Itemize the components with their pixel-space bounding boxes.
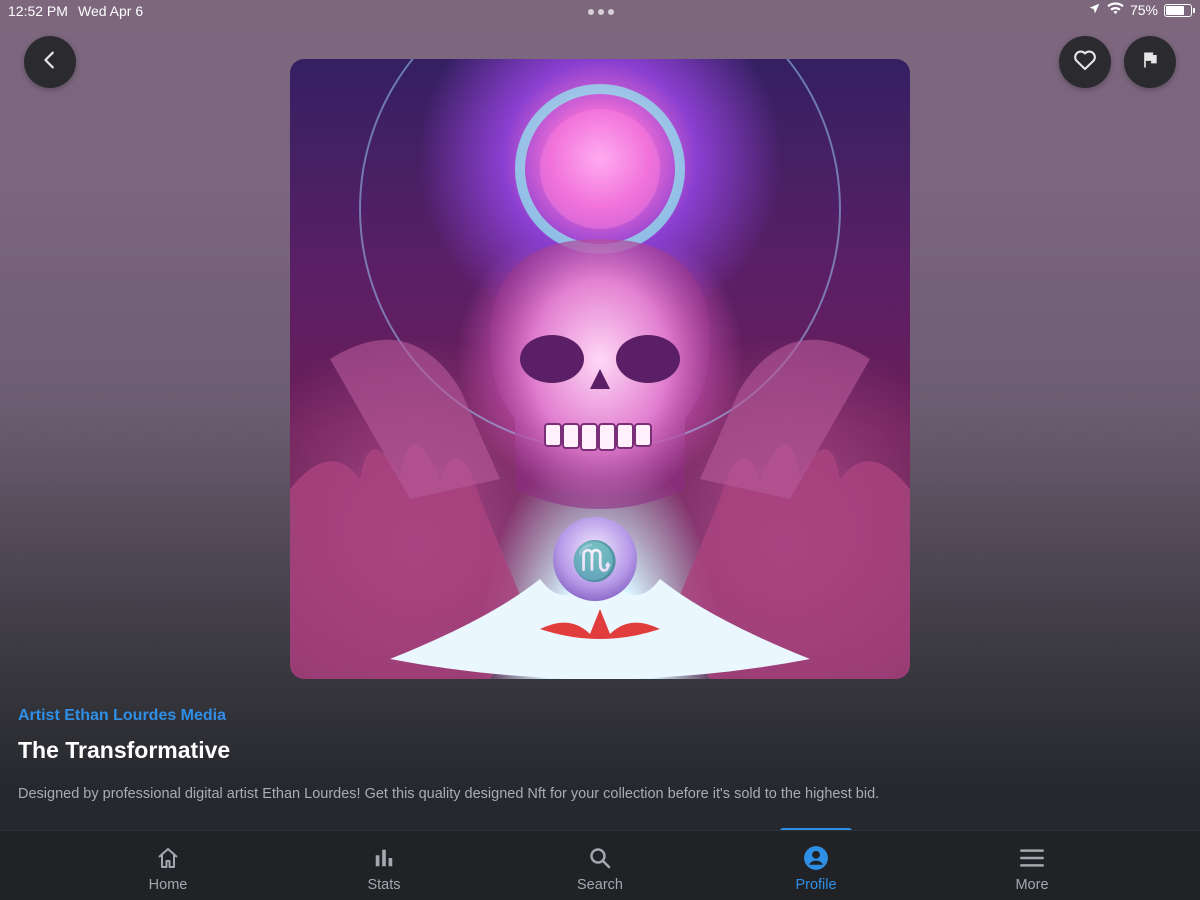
status-bar: 12:52 PM Wed Apr 6 75% [0, 0, 1200, 24]
tab-profile[interactable]: Profile [746, 831, 886, 900]
battery-percent: 75% [1129, 2, 1158, 18]
tab-more-label: More [1015, 877, 1049, 893]
artwork-description: Designed by professional digital artist … [18, 786, 880, 802]
report-button[interactable] [1124, 36, 1176, 88]
tab-stats[interactable]: Stats [314, 831, 454, 900]
artist-link[interactable]: Artist Ethan Lourdes Media [18, 707, 226, 725]
battery-level [1166, 5, 1184, 15]
favorite-button[interactable] [1059, 36, 1111, 88]
profile-icon [803, 845, 829, 871]
tab-search[interactable]: Search [530, 831, 670, 900]
tab-stats-label: Stats [367, 877, 401, 893]
svg-text:♏: ♏ [571, 539, 618, 583]
tab-home[interactable]: Home [98, 831, 238, 900]
status-time: 12:52 PM [8, 3, 68, 19]
tab-search-label: Search [577, 877, 623, 893]
menu-icon [1019, 845, 1045, 871]
tab-home-label: Home [148, 877, 188, 893]
tab-more[interactable]: More [962, 831, 1102, 900]
bar-chart-icon [373, 845, 395, 871]
back-button[interactable] [24, 36, 76, 88]
battery-icon [1164, 3, 1195, 17]
flag-icon [1140, 50, 1160, 75]
location-arrow-icon [1088, 2, 1101, 18]
chevron-left-icon [39, 49, 61, 76]
bottom-tab-bar: Home Stats Search Profile More [0, 830, 1200, 900]
search-icon [588, 845, 612, 871]
heart-icon [1073, 49, 1097, 76]
wifi-icon [1107, 2, 1124, 18]
artwork-title: The Transformative [18, 737, 231, 763]
tab-profile-label: Profile [795, 877, 837, 893]
status-indicators: 75% [1088, 2, 1195, 18]
multitasking-dots-icon[interactable] [588, 9, 614, 15]
status-date: Wed Apr 6 [78, 3, 144, 19]
nft-artwork-image: ♏ [290, 59, 910, 679]
home-icon [155, 845, 181, 871]
